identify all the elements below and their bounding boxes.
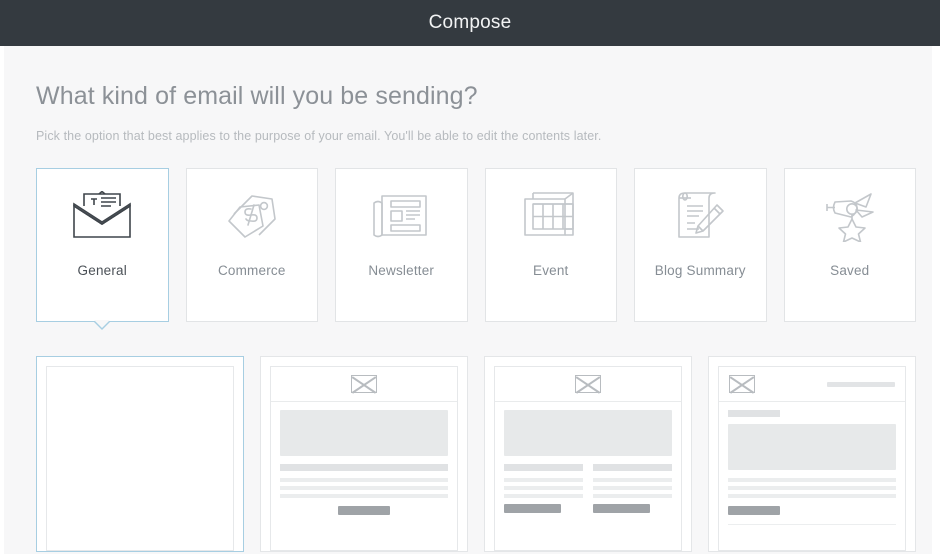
template-heading-bar [504, 464, 583, 471]
open-envelope-letter-icon [71, 169, 133, 263]
email-type-card-blog-summary[interactable]: Blog Summary [634, 168, 767, 322]
email-type-label-general: General [77, 263, 127, 278]
template-two-column-row [504, 464, 672, 513]
email-type-label-event: Event [532, 263, 569, 278]
template-preview-left-logo-nav [718, 366, 906, 551]
template-text-line [504, 494, 583, 498]
template-header [271, 367, 457, 402]
template-text-line [728, 494, 896, 498]
compose-page: What kind of email will you be sending? … [0, 46, 940, 554]
selection-caret-fill [94, 320, 111, 328]
template-cta-button [337, 506, 391, 515]
template-label-bar [728, 410, 781, 417]
template-text-line [280, 494, 448, 498]
template-heading-bar [593, 464, 672, 471]
template-body [719, 402, 905, 538]
email-type-card-list: General Commerce Newsletter Event Blog S… [36, 168, 916, 330]
template-preview-single-column [270, 366, 458, 551]
email-type-card-commerce[interactable]: Commerce [185, 168, 318, 322]
email-type-label-newsletter: Newsletter [368, 263, 435, 278]
template-column-right [593, 464, 672, 513]
template-thumbnail-left-logo-nav[interactable] [708, 356, 916, 552]
template-hero-image [728, 424, 896, 470]
template-preview-blank [46, 366, 234, 551]
template-text-line [280, 478, 448, 482]
template-heading-bar [280, 464, 448, 471]
template-preview-two-column [494, 366, 682, 551]
template-text-line [280, 486, 448, 490]
template-cta-button [728, 506, 781, 515]
email-type-label-commerce: Commerce [217, 263, 286, 278]
template-text-line [593, 486, 672, 490]
envelope-icon [575, 375, 601, 393]
template-thumbnail-single-column[interactable] [260, 356, 468, 552]
window-title: Compose [428, 12, 512, 33]
scroll-pencil-icon [671, 169, 729, 263]
email-type-label-blog-summary: Blog Summary [654, 263, 746, 278]
template-text-line [593, 478, 672, 482]
template-text-line [728, 486, 896, 490]
template-thumbnail-two-column[interactable] [484, 356, 692, 552]
email-type-label-saved: Saved [830, 263, 870, 278]
template-header [495, 367, 681, 402]
page-subtitle: Pick the option that best applies to the… [36, 129, 602, 143]
template-text-line [593, 494, 672, 498]
template-nav [763, 381, 895, 387]
template-text-line [504, 486, 583, 490]
page-title: What kind of email will you be sending? [36, 82, 478, 110]
template-hero-image [504, 410, 672, 456]
newspaper-icon [371, 169, 431, 263]
template-cta-button [593, 504, 650, 513]
template-footer-divider [728, 524, 896, 538]
email-type-card-newsletter[interactable]: Newsletter [335, 168, 468, 322]
template-nav-bar [827, 381, 895, 387]
template-text-line [504, 478, 583, 482]
envelope-icon [729, 375, 755, 393]
template-hero-image [280, 410, 448, 456]
email-type-card-general[interactable]: General [36, 168, 169, 330]
price-tags-dollar-icon [223, 169, 281, 263]
template-button-row [280, 506, 448, 515]
template-column-left [504, 464, 583, 513]
template-body [495, 402, 681, 513]
template-thumbnail-blank[interactable] [36, 356, 244, 552]
template-body [271, 402, 457, 515]
calendar-grid-icon [522, 169, 580, 263]
window-titlebar: Compose [0, 0, 940, 46]
envelope-icon [351, 375, 377, 393]
award-ribbon-star-icon [821, 169, 879, 263]
template-cta-button [504, 504, 561, 513]
email-type-card-saved[interactable]: Saved [783, 168, 916, 322]
email-type-card-event[interactable]: Event [484, 168, 617, 322]
template-header [719, 367, 905, 402]
template-thumbnail-list [36, 356, 916, 552]
template-text-line [728, 478, 896, 482]
